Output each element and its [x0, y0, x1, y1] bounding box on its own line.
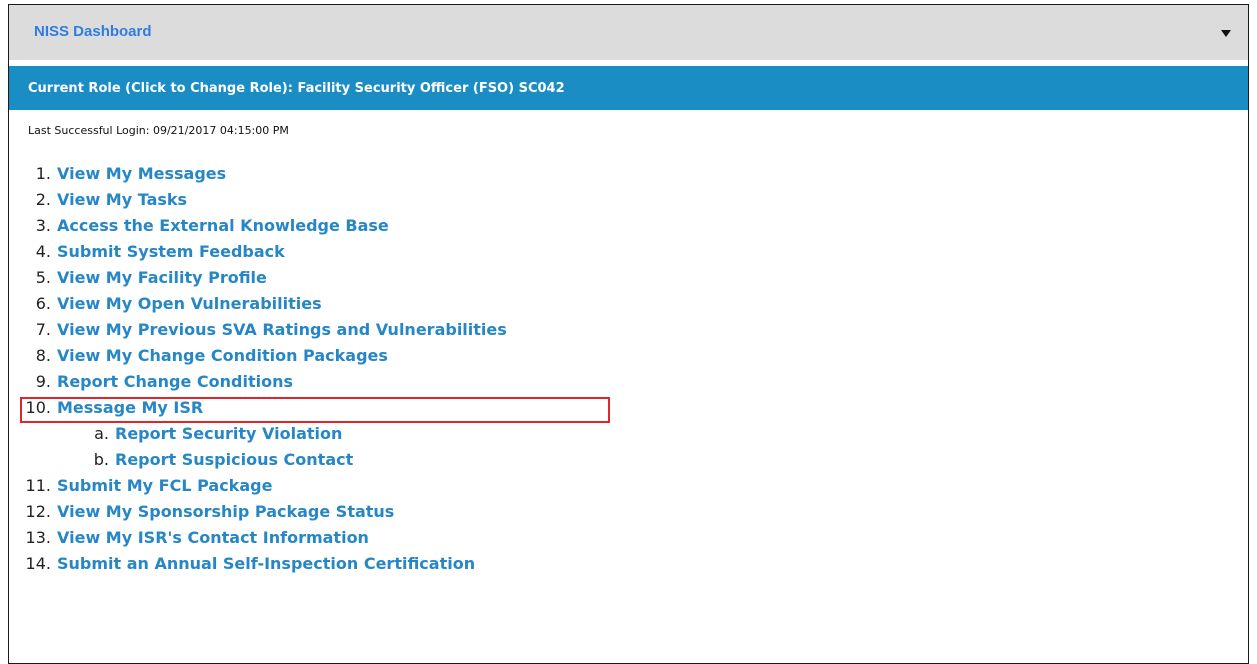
menu-item-knowledge-base: 3. Access the External Knowledge Base [9, 213, 1248, 239]
menu-item-system-feedback: 4. Submit System Feedback [9, 239, 1248, 265]
menu-item-change-condition-packages: 8. View My Change Condition Packages [9, 343, 1248, 369]
menu-item-sva-ratings: 7. View My Previous SVA Ratings and Vulne… [9, 317, 1248, 343]
menu-item-number: 3. [35, 216, 51, 235]
report-suspicious-contact-link[interactable]: Report Suspicious Contact [115, 450, 353, 469]
menu-item-number: 13. [25, 528, 51, 547]
message-isr-link[interactable]: Message My ISR [57, 398, 203, 417]
dashboard-frame: NISS Dashboard Current Role (Click to Ch… [8, 4, 1249, 664]
menu-item-number: 8. [35, 346, 51, 365]
menu-subitem-security-violation: a. Report Security Violation [9, 421, 1248, 447]
menu-item-open-vulnerabilities: 6. View My Open Vulnerabilities [9, 291, 1248, 317]
menu-item-fcl-package: 11. Submit My FCL Package [9, 473, 1248, 499]
menu-item-number: 11. [25, 476, 51, 495]
current-role-text: Current Role (Click to Change Role): Fac… [28, 80, 565, 96]
isr-contact-link[interactable]: View My ISR's Contact Information [57, 528, 369, 547]
menu-item-number: 9. [35, 372, 51, 391]
chevron-down-icon[interactable] [1218, 25, 1234, 41]
knowledge-base-link[interactable]: Access the External Knowledge Base [57, 216, 389, 235]
menu-item-sponsorship-status: 12. View My Sponsorship Package Status [9, 499, 1248, 525]
menu-item-number: 2. [35, 190, 51, 209]
open-vulnerabilities-link[interactable]: View My Open Vulnerabilities [57, 294, 322, 313]
menu-item-view-messages: 1. View My Messages [9, 161, 1248, 187]
report-security-violation-link[interactable]: Report Security Violation [115, 424, 342, 443]
dashboard-title[interactable]: NISS Dashboard [34, 23, 152, 40]
menu-item-isr-contact: 13. View My ISR's Contact Information [9, 525, 1248, 551]
system-feedback-link[interactable]: Submit System Feedback [57, 242, 285, 261]
sva-ratings-link[interactable]: View My Previous SVA Ratings and Vulnera… [57, 320, 507, 339]
report-change-conditions-link[interactable]: Report Change Conditions [57, 372, 293, 391]
self-inspection-link[interactable]: Submit an Annual Self-Inspection Certifi… [57, 554, 475, 573]
menu-subitem-suspicious-contact: b. Report Suspicious Contact [9, 447, 1248, 473]
header-bar: NISS Dashboard [9, 5, 1248, 60]
menu-item-view-tasks: 2. View My Tasks [9, 187, 1248, 213]
view-messages-link[interactable]: View My Messages [57, 164, 226, 183]
menu-item-report-change-conditions: 9. Report Change Conditions [9, 369, 1248, 395]
fcl-package-link[interactable]: Submit My FCL Package [57, 476, 272, 495]
menu-item-number: 12. [25, 502, 51, 521]
current-role-bar[interactable]: Current Role (Click to Change Role): Fac… [9, 66, 1248, 110]
menu-item-self-inspection: 14. Submit an Annual Self-Inspection Cert… [9, 551, 1248, 577]
menu-item-number: a. [94, 424, 109, 443]
menu-item-number: 7. [35, 320, 51, 339]
menu-item-number: 4. [35, 242, 51, 261]
facility-profile-link[interactable]: View My Facility Profile [57, 268, 267, 287]
menu-item-number: b. [93, 450, 109, 469]
menu-item-message-isr: 10. Message My ISR [9, 395, 1248, 423]
change-condition-packages-link[interactable]: View My Change Condition Packages [57, 346, 388, 365]
view-tasks-link[interactable]: View My Tasks [57, 190, 187, 209]
menu-item-number: 14. [25, 554, 51, 573]
menu-item-number: 6. [35, 294, 51, 313]
menu-item-facility-profile: 5. View My Facility Profile [9, 265, 1248, 291]
task-menu: 1. View My Messages 2. View My Tasks 3. Acc… [9, 161, 1248, 577]
menu-item-number: 5. [35, 268, 51, 287]
menu-item-number: 1. [35, 164, 51, 183]
last-login: Last Successful Login: 09/21/2017 04:15:… [28, 124, 289, 137]
menu-item-number: 10. [25, 398, 51, 417]
sponsorship-status-link[interactable]: View My Sponsorship Package Status [57, 502, 394, 521]
